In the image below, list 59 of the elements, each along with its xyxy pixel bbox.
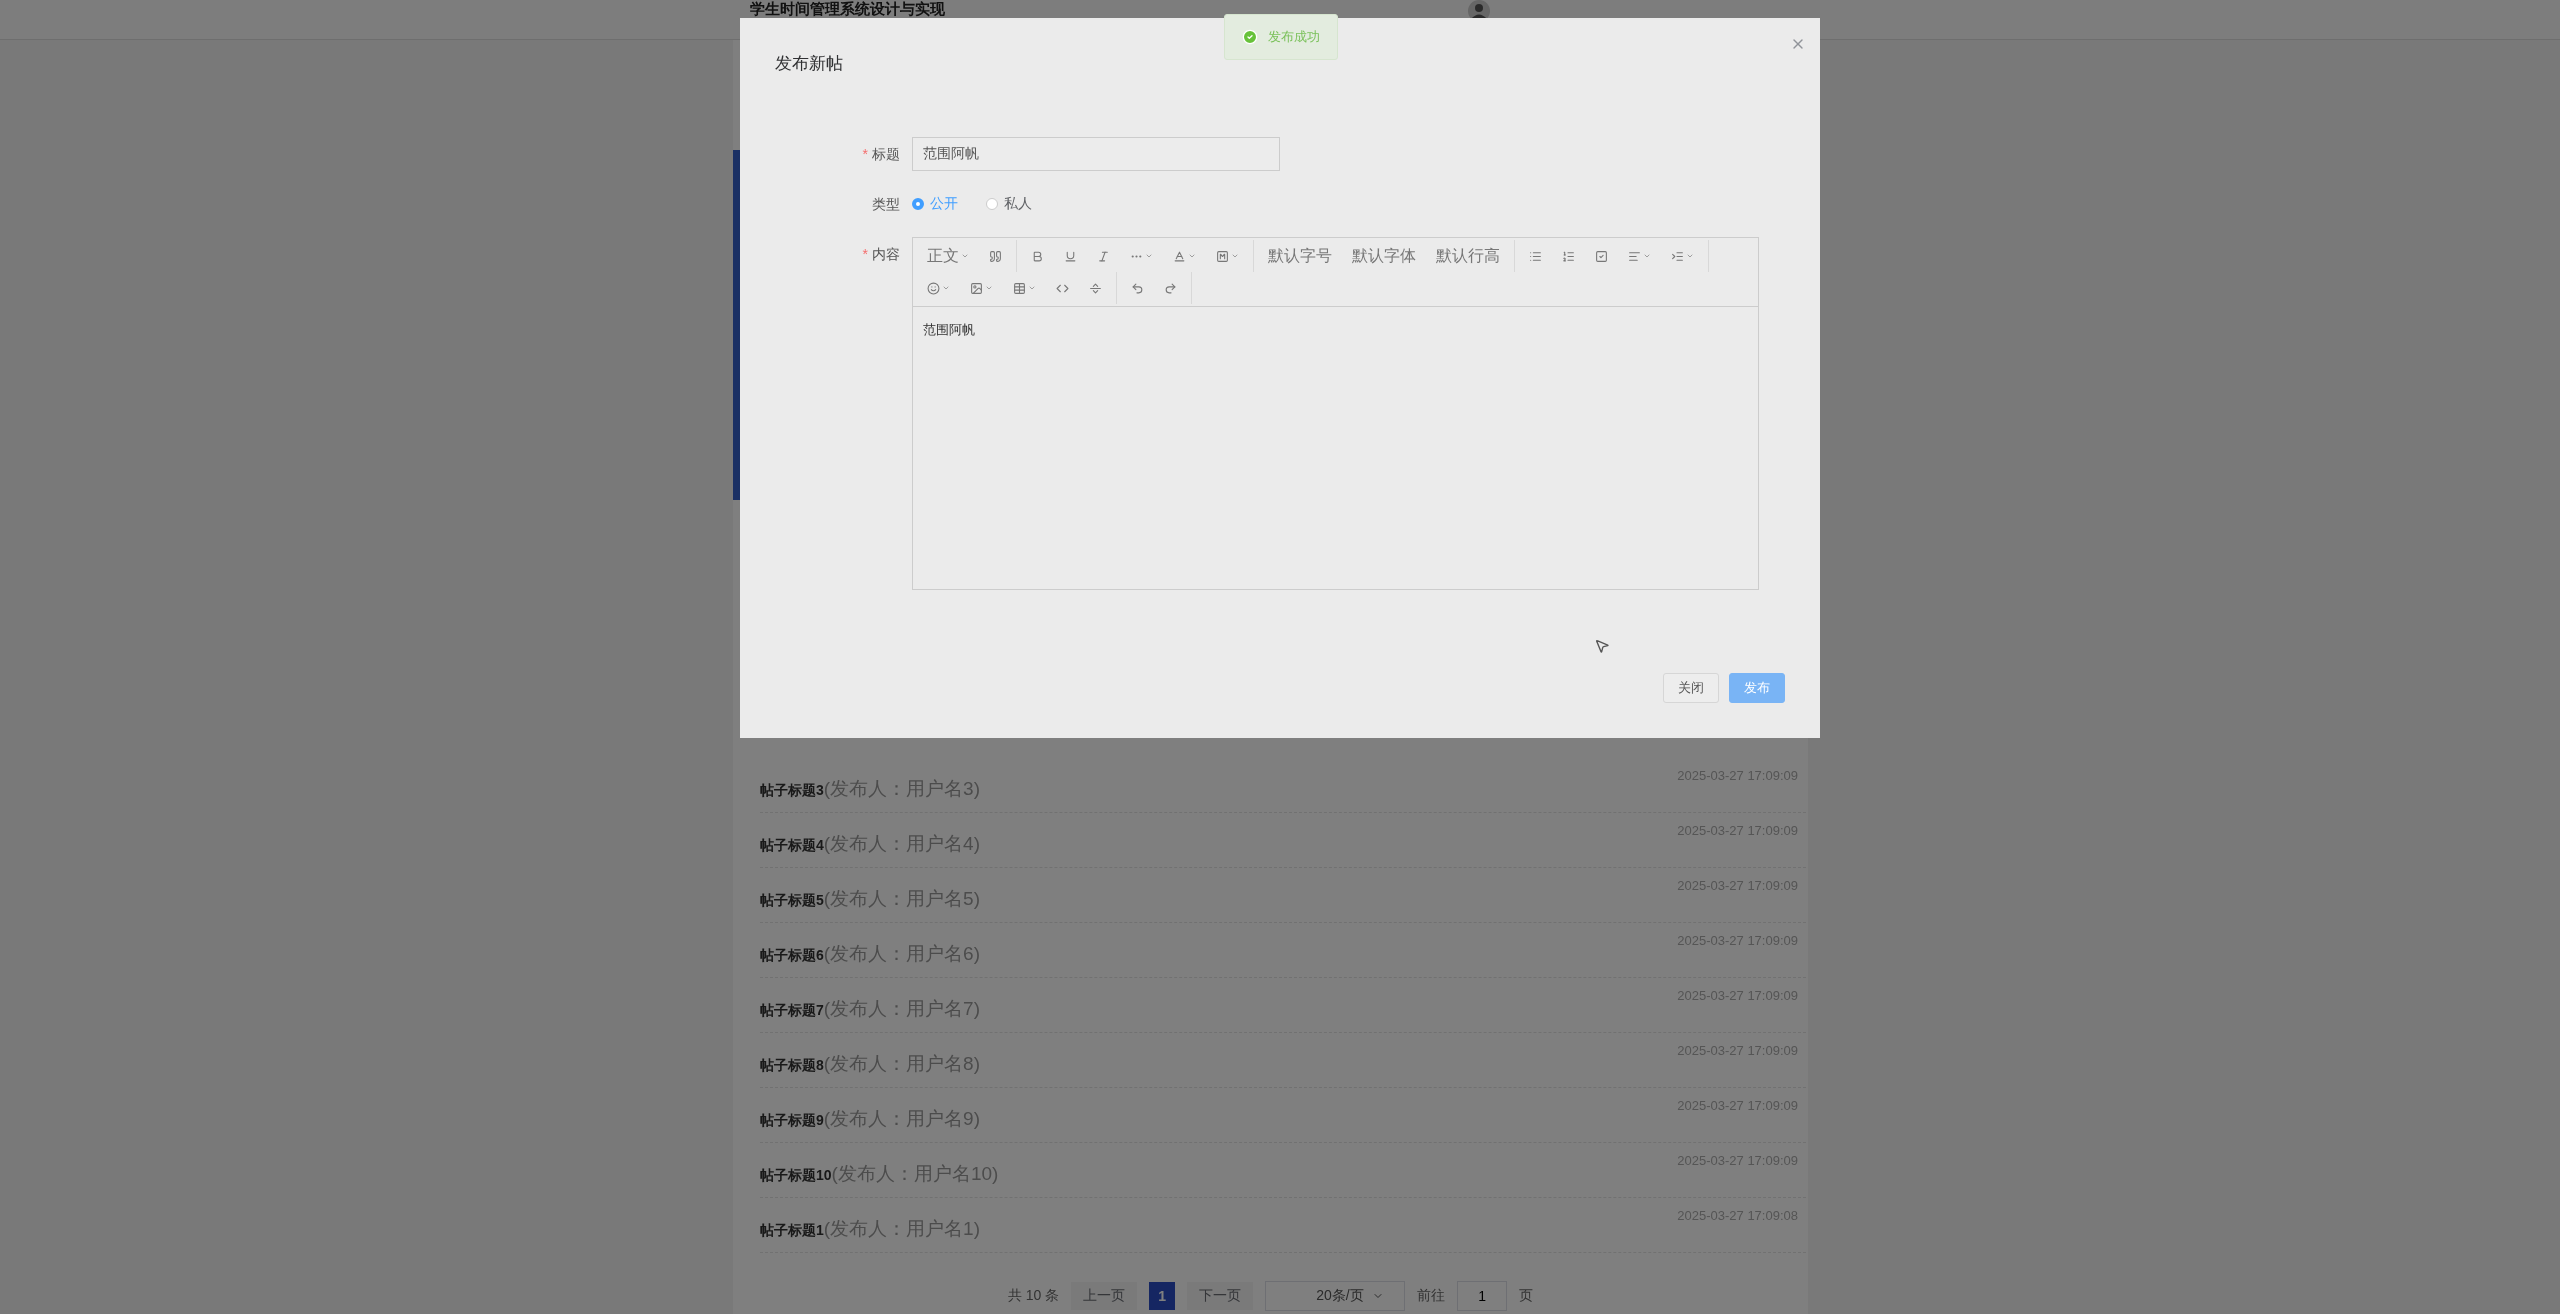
rich-text-editor[interactable]: 正文 默认字号 默认字体 默认行高 范围阿帆 bbox=[912, 237, 1759, 590]
table-icon bbox=[1013, 281, 1026, 295]
toast-message: 发布成功 bbox=[1268, 28, 1320, 46]
post-title: 帖子标题10 bbox=[760, 1167, 832, 1183]
post-title: 帖子标题7 bbox=[760, 1002, 824, 1018]
success-icon bbox=[1242, 29, 1258, 45]
caret-icon bbox=[1643, 252, 1651, 260]
checklist-icon bbox=[1595, 249, 1608, 263]
image-icon bbox=[970, 281, 983, 295]
post-title: 帖子标题4 bbox=[760, 837, 824, 853]
field-label: * 内容 bbox=[861, 245, 900, 264]
italic-icon bbox=[1097, 249, 1110, 263]
editor-content[interactable]: 范围阿帆 bbox=[913, 307, 1758, 589]
emoji-icon bbox=[927, 281, 940, 295]
caret-icon bbox=[942, 284, 950, 292]
cursor-icon bbox=[1594, 638, 1610, 654]
page-number[interactable]: 1 bbox=[1149, 1282, 1176, 1310]
post-title: 帖子标题1 bbox=[760, 1222, 824, 1238]
highlight-icon bbox=[1216, 249, 1229, 263]
app-title: 学生时间管理系统设计与实现 bbox=[750, 1, 945, 17]
post-title: 帖子标题9 bbox=[760, 1112, 824, 1128]
align-icon bbox=[1628, 249, 1641, 263]
caret-icon bbox=[961, 252, 969, 260]
caret-icon bbox=[1231, 252, 1239, 260]
post-title: 帖子标题5 bbox=[760, 892, 824, 908]
quote-icon bbox=[989, 249, 1002, 263]
post-title: 帖子标题3 bbox=[760, 782, 824, 798]
underline-icon bbox=[1064, 249, 1077, 263]
font-color-icon bbox=[1173, 249, 1186, 263]
radio-option[interactable]: 私人 bbox=[986, 195, 1032, 213]
caret-icon bbox=[1686, 252, 1694, 260]
undo-icon bbox=[1131, 281, 1144, 295]
goto-label: 前往 bbox=[1417, 1287, 1446, 1305]
divider-icon bbox=[1089, 281, 1102, 295]
post-title: 帖子标题6 bbox=[760, 947, 824, 963]
page-size-select[interactable]: 20条/页 bbox=[1265, 1281, 1406, 1311]
caret-icon bbox=[1145, 252, 1153, 260]
field-label: 类型 bbox=[871, 195, 900, 214]
toolbar-dropdown[interactable]: 默认字体 bbox=[1346, 242, 1422, 270]
title-field[interactable]: 范围阿帆 bbox=[912, 137, 1280, 171]
numbered-list-icon bbox=[1562, 249, 1575, 263]
toolbar-dropdown[interactable]: 默认行高 bbox=[1430, 242, 1506, 270]
post-title: 帖子标题8 bbox=[760, 1057, 824, 1073]
close-button[interactable]: 关闭 bbox=[1663, 673, 1719, 703]
toolbar-dropdown[interactable]: 默认字号 bbox=[1262, 242, 1338, 270]
indent-icon bbox=[1671, 249, 1684, 263]
caret-icon bbox=[985, 284, 993, 292]
bullet-list-icon bbox=[1529, 249, 1542, 263]
dialog-title: 发布新帖 bbox=[775, 53, 844, 75]
radio-option[interactable]: 公开 bbox=[912, 195, 958, 213]
redo-icon bbox=[1164, 281, 1177, 295]
toolbar-dropdown[interactable]: 正文 bbox=[921, 242, 975, 270]
bold-icon bbox=[1031, 249, 1044, 263]
page-suffix: 页 bbox=[1519, 1287, 1534, 1305]
goto-page-field[interactable]: 1 bbox=[1457, 1281, 1508, 1311]
caret-icon bbox=[1188, 252, 1196, 260]
total-count: 共 10 条 bbox=[1007, 1287, 1060, 1305]
field-label: * 标题 bbox=[861, 145, 900, 164]
caret-icon bbox=[1028, 284, 1036, 292]
